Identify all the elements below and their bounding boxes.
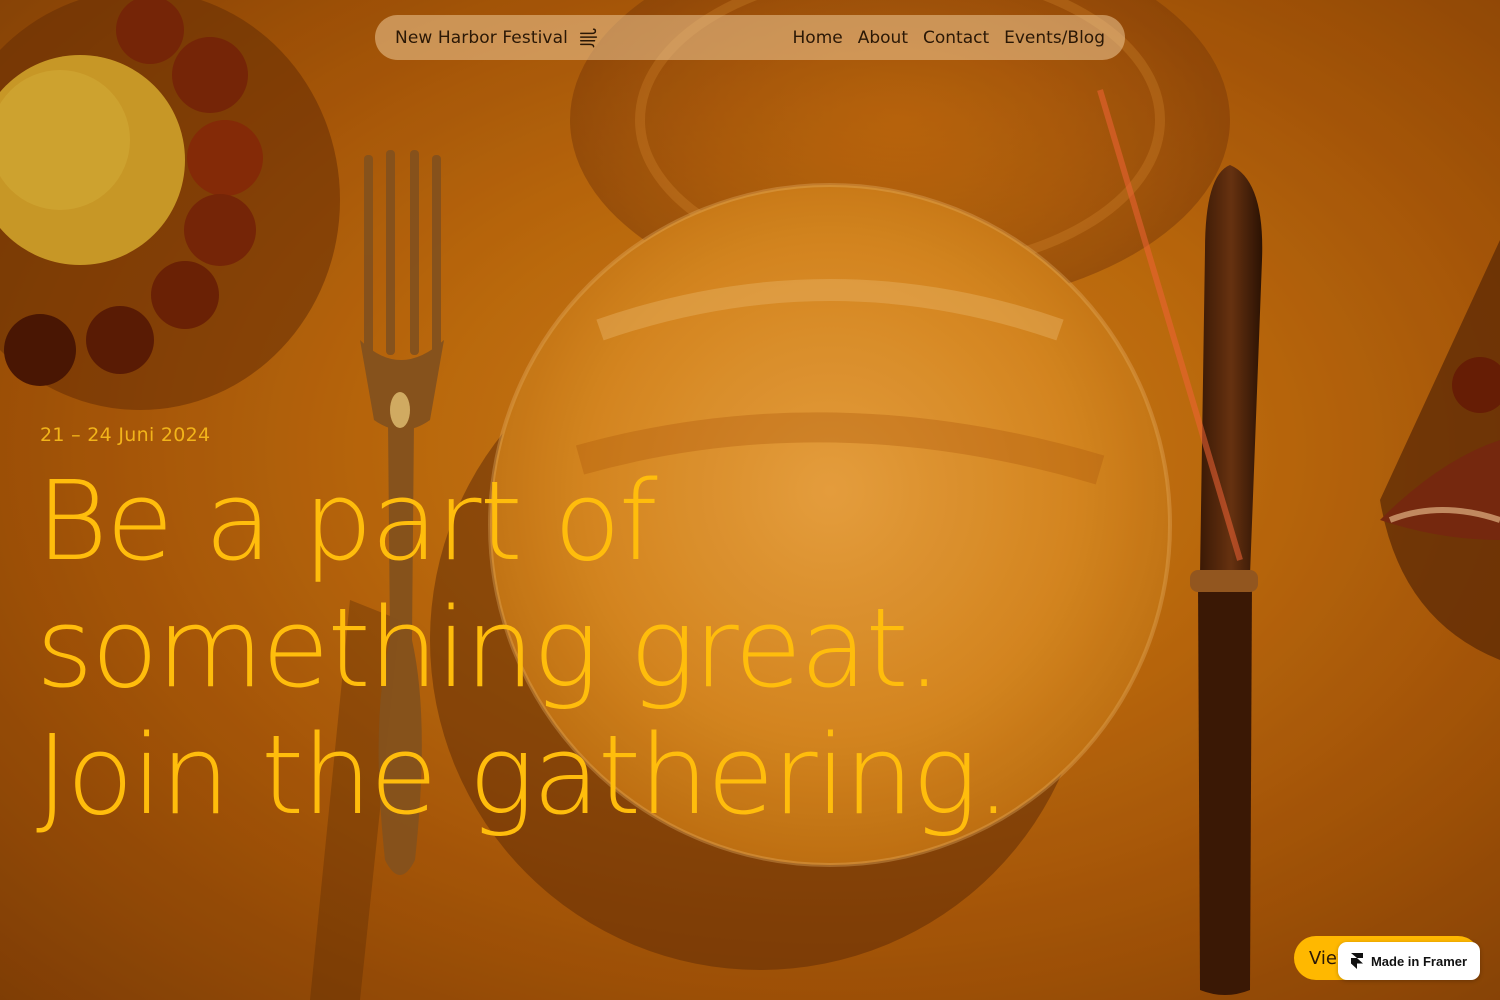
brand-name[interactable]: New Harbor Festival: [395, 28, 568, 48]
nav-link-home[interactable]: Home: [793, 28, 843, 48]
top-navigation: New Harbor Festival Home About Contact E…: [375, 15, 1125, 60]
event-dates: 21 – 24 Juni 2024: [40, 424, 211, 446]
hero-section: New Harbor Festival Home About Contact E…: [0, 0, 1500, 1000]
hero-headline: Be a part of something great. Join the g…: [36, 457, 1011, 839]
made-in-framer-badge[interactable]: Made in Framer: [1338, 942, 1480, 980]
brand[interactable]: New Harbor Festival: [395, 27, 600, 49]
wind-icon: [579, 28, 597, 47]
nav-links: Home About Contact Events/Blog: [793, 28, 1105, 48]
nav-link-events-blog[interactable]: Events/Blog: [1004, 28, 1105, 48]
nav-link-about[interactable]: About: [858, 28, 908, 48]
made-in-framer-label: Made in Framer: [1370, 953, 1468, 969]
framer-logo-icon: [1350, 953, 1363, 969]
nav-link-contact[interactable]: Contact: [923, 28, 989, 48]
